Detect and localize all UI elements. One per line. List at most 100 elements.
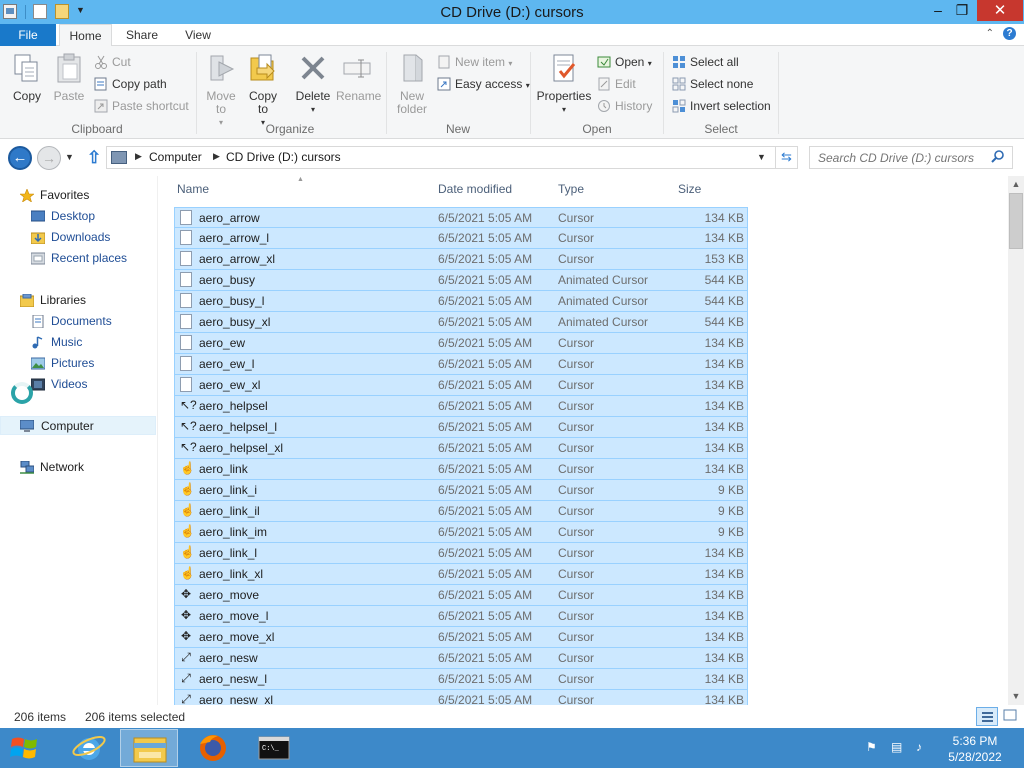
file-row[interactable]: ⤢ aero_nesw 6/5/2021 5:05 AM Cursor 134 KB xyxy=(174,648,748,669)
file-row[interactable]: aero_busy_xl 6/5/2021 5:05 AM Animated Cur… xyxy=(174,312,748,333)
file-row[interactable]: ↖? aero_helpsel 6/5/2021 5:05 AM Cursor 134 … xyxy=(174,396,748,417)
easy-access-button[interactable]: Easy access ▾ xyxy=(437,75,530,93)
cut-button[interactable]: Cut xyxy=(94,53,131,71)
breadcrumb-computer[interactable]: Computer xyxy=(149,150,202,164)
search-input[interactable] xyxy=(818,148,988,167)
file-row[interactable]: ⤢ aero_nesw_xl 6/5/2021 5:05 AM Cursor 134 K… xyxy=(174,690,748,705)
file-row[interactable]: aero_busy 6/5/2021 5:05 AM Animated Cursor… xyxy=(174,270,748,291)
address-bar[interactable]: ▶ Computer ▶ CD Drive (D:) cursors ▼ ⇆ xyxy=(106,146,798,169)
taskbar-firefox[interactable] xyxy=(184,729,242,767)
nav-pictures[interactable]: Pictures xyxy=(30,354,94,373)
taskbar-file-explorer[interactable] xyxy=(120,729,178,767)
file-row[interactable]: ↖? aero_helpsel_xl 6/5/2021 5:05 AM Cursor 1… xyxy=(174,438,748,459)
volume-muted-icon[interactable]: ♪ xyxy=(916,740,931,755)
tab-share[interactable]: Share xyxy=(118,24,166,47)
nav-network[interactable]: Network xyxy=(20,458,84,477)
new-folder-button[interactable]: New folder xyxy=(392,52,432,116)
file-row[interactable]: aero_arrow 6/5/2021 5:05 AM Cursor 134 KB xyxy=(174,207,748,228)
tab-file[interactable]: File xyxy=(0,24,56,46)
file-row[interactable]: ☝ aero_link_l 6/5/2021 5:05 AM Cursor 134 KB xyxy=(174,543,748,564)
column-header-name[interactable]: Name xyxy=(177,182,209,196)
breadcrumb-current-folder[interactable]: CD Drive (D:) cursors xyxy=(226,150,341,164)
copy-to-button[interactable]: Copy to ▾ xyxy=(244,52,282,129)
help-icon[interactable]: ? xyxy=(1003,27,1016,40)
nav-favorites[interactable]: Favorites xyxy=(19,186,89,205)
vertical-scrollbar[interactable]: ▲ ▼ xyxy=(1008,176,1024,705)
window-title: CD Drive (D:) cursors xyxy=(440,4,584,21)
taskbar-command-prompt[interactable]: C:\_ xyxy=(244,729,302,767)
select-all-button[interactable]: Select all xyxy=(672,53,739,71)
scroll-thumb[interactable] xyxy=(1009,193,1023,249)
taskbar-internet-explorer[interactable] xyxy=(60,729,118,767)
file-row[interactable]: ✥ aero_move 6/5/2021 5:05 AM Cursor 134 KB xyxy=(174,585,748,606)
maximize-button[interactable]: ❐ xyxy=(950,0,974,21)
scroll-up-icon[interactable]: ▲ xyxy=(1008,176,1024,193)
file-row[interactable]: ✥ aero_move_xl 6/5/2021 5:05 AM Cursor 134 K… xyxy=(174,627,748,648)
properties-button[interactable]: Properties ▾ xyxy=(536,52,592,116)
tab-home[interactable]: Home xyxy=(59,24,112,47)
edit-button[interactable]: Edit xyxy=(597,75,636,93)
file-row[interactable]: aero_busy_l 6/5/2021 5:05 AM Animated Curs… xyxy=(174,291,748,312)
file-row[interactable]: aero_ew 6/5/2021 5:05 AM Cursor 134 KB xyxy=(174,333,748,354)
nav-videos[interactable]: Videos xyxy=(30,375,87,394)
tab-view[interactable]: View xyxy=(176,24,220,47)
paste-button[interactable]: Paste xyxy=(50,52,88,103)
breadcrumb-arrow-icon[interactable]: ▶ xyxy=(213,151,220,162)
scroll-down-icon[interactable]: ▼ xyxy=(1008,688,1024,705)
search-icon[interactable] xyxy=(991,150,1004,163)
invert-selection-button[interactable]: Invert selection xyxy=(672,97,771,115)
delete-button[interactable]: Delete ▾ xyxy=(292,52,334,116)
select-none-button[interactable]: Select none xyxy=(672,75,753,93)
nav-downloads[interactable]: Downloads xyxy=(30,228,110,247)
file-row[interactable]: ☝ aero_link 6/5/2021 5:05 AM Cursor 134 KB xyxy=(174,459,748,480)
file-row[interactable]: ☝ aero_link_im 6/5/2021 5:05 AM Cursor 9 KB xyxy=(174,522,748,543)
file-row[interactable]: aero_ew_l 6/5/2021 5:05 AM Cursor 134 KB xyxy=(174,354,748,375)
up-folder-button[interactable]: ⇧ xyxy=(87,148,101,168)
file-row[interactable]: ✥ aero_move_l 6/5/2021 5:05 AM Cursor 134 KB xyxy=(174,606,748,627)
minimize-button[interactable]: – xyxy=(926,0,950,21)
file-row[interactable]: ⤢ aero_nesw_l 6/5/2021 5:05 AM Cursor 134 KB xyxy=(174,669,748,690)
close-button[interactable]: ✕ xyxy=(977,0,1023,21)
forward-button[interactable]: → xyxy=(37,146,61,170)
column-header-type[interactable]: Type xyxy=(558,182,584,196)
new-item-button[interactable]: New item ▾ xyxy=(437,53,512,71)
copy-path-button[interactable]: Copy path xyxy=(94,75,167,93)
file-date-modified: 6/5/2021 5:05 AM xyxy=(438,252,533,266)
file-row[interactable]: ↖? aero_helpsel_l 6/5/2021 5:05 AM Cursor 13… xyxy=(174,417,748,438)
network-tray-icon[interactable]: ▤ xyxy=(891,740,906,755)
file-row[interactable]: aero_arrow_l 6/5/2021 5:05 AM Cursor 134 KB xyxy=(174,228,748,249)
paste-shortcut-button[interactable]: Paste shortcut xyxy=(94,97,189,115)
nav-music[interactable]: Music xyxy=(31,333,82,352)
file-row[interactable]: aero_arrow_xl 6/5/2021 5:05 AM Cursor 153 K… xyxy=(174,249,748,270)
search-box[interactable] xyxy=(809,146,1013,169)
nav-documents[interactable]: Documents xyxy=(31,312,112,331)
recent-locations-dropdown-icon[interactable]: ▼ xyxy=(65,152,74,162)
action-center-flag-icon[interactable]: ⚑ xyxy=(866,740,881,755)
file-list[interactable]: Name ▲ Date modified Type Size aero_arro… xyxy=(159,176,1008,705)
file-row[interactable]: aero_ew_xl 6/5/2021 5:05 AM Cursor 134 KB xyxy=(174,375,748,396)
ribbon-collapse-icon[interactable]: ⌃ xyxy=(986,28,994,39)
open-button[interactable]: Open ▾ xyxy=(597,53,652,71)
nav-recent-places[interactable]: Recent places xyxy=(30,249,127,268)
system-clock[interactable]: 5:36 PM 5/28/2022 xyxy=(936,733,1014,765)
address-dropdown-icon[interactable]: ▼ xyxy=(757,152,766,162)
start-button[interactable] xyxy=(8,733,42,763)
column-header-date[interactable]: Date modified xyxy=(438,182,512,196)
details-view-button[interactable] xyxy=(976,707,998,726)
file-row[interactable]: ☝ aero_link_xl 6/5/2021 5:05 AM Cursor 134 K… xyxy=(174,564,748,585)
nav-desktop[interactable]: Desktop xyxy=(30,207,95,226)
refresh-button[interactable]: ⇆ xyxy=(775,147,797,168)
move-to-button[interactable]: Move to ▾ xyxy=(202,52,240,129)
move-cursor-icon: ✥ xyxy=(180,629,192,643)
rename-button[interactable]: Rename xyxy=(336,52,381,103)
copy-button[interactable]: Copy xyxy=(8,52,46,103)
large-icons-view-button[interactable] xyxy=(1002,707,1024,726)
history-button[interactable]: History xyxy=(597,97,652,115)
back-button[interactable]: ← xyxy=(8,146,32,170)
file-row[interactable]: ☝ aero_link_i 6/5/2021 5:05 AM Cursor 9 KB xyxy=(174,480,748,501)
nav-libraries[interactable]: Libraries xyxy=(19,291,86,310)
nav-computer[interactable]: Computer xyxy=(0,416,156,435)
file-row[interactable]: ☝ aero_link_il 6/5/2021 5:05 AM Cursor 9 KB xyxy=(174,501,748,522)
column-header-size[interactable]: Size xyxy=(678,182,701,196)
breadcrumb-arrow-icon[interactable]: ▶ xyxy=(135,151,142,162)
